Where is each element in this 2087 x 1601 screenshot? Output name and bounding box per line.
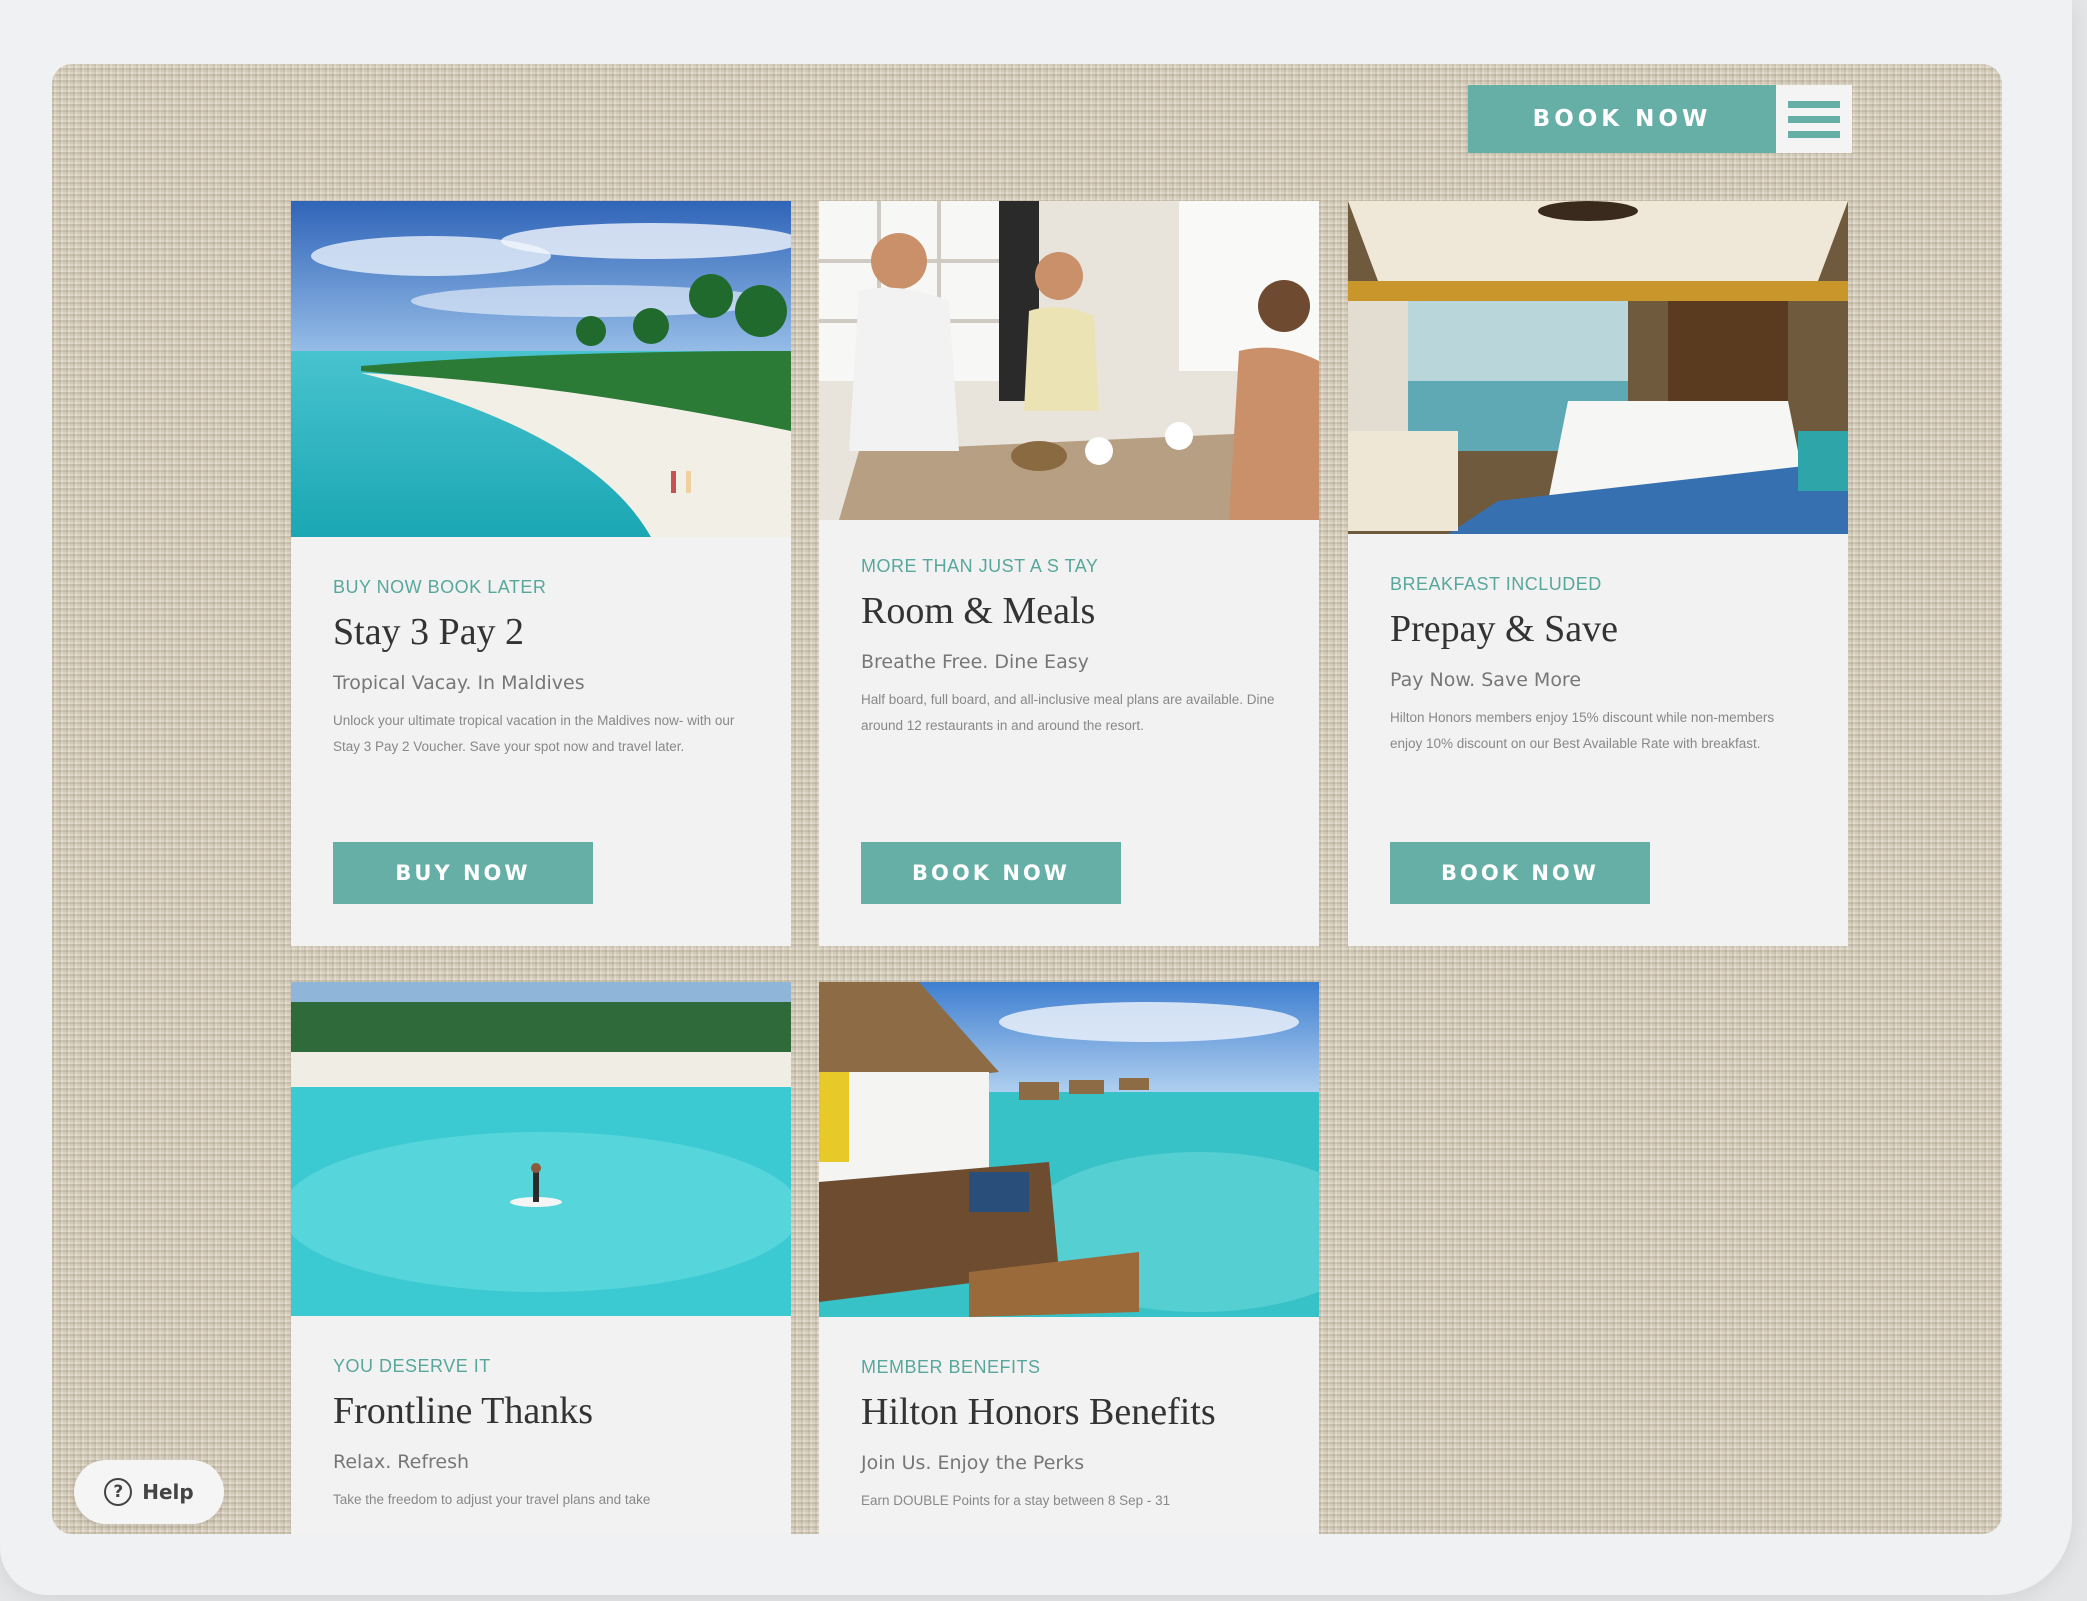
book-now-button[interactable]: BOOK NOW [861,842,1121,904]
card-subtitle: Relax. Refresh [333,1451,470,1473]
bedroom-photo [1348,201,1848,534]
card-eyebrow: YOU DESERVE IT [333,1356,491,1376]
question-circle-icon: ? [104,1478,133,1506]
card-description: Half board, full board, and all-inclusiv… [861,692,1275,733]
card-title: Stay 3 Pay 2 [333,611,525,653]
card-title: Room & Meals [861,590,1096,632]
buy-now-button[interactable]: BUY NOW [333,842,593,904]
card-description: Earn DOUBLE Points for a stay between 8 … [861,1493,1171,1508]
card-description: Take the freedom to adjust your travel p… [333,1492,651,1507]
card-title: Frontline Thanks [333,1390,594,1432]
card-title: Hilton Honors Benefits [861,1391,1216,1433]
card-subtitle: Pay Now. Save More [1390,669,1582,691]
beach-island-photo [291,201,791,537]
card-eyebrow: MORE THAN JUST A S TAY [861,556,1099,576]
card-eyebrow: BREAKFAST INCLUDED [1390,574,1602,594]
dining-photo [819,201,1319,520]
card-subtitle: Tropical Vacay. In Maldives [333,672,585,694]
card-description: Unlock your ultimate tropical vacation i… [333,713,735,754]
help-button[interactable]: ? Help [74,1460,224,1524]
header-book-now-button[interactable]: BOOK NOW [1468,85,1776,153]
offer-card-frontline-thanks: YOU DESERVE IT Frontline Thanks Relax. R… [291,982,791,1534]
paddleboard-lagoon-photo [291,982,791,1316]
card-eyebrow: MEMBER BENEFITS [861,1357,1041,1377]
offer-card-stay3pay2: BUY NOW BOOK LATER Stay 3 Pay 2 Tropical… [291,201,791,946]
card-description: Hilton Honors members enjoy 15% discount… [1390,710,1775,751]
tablet-frame: BOOK NOW BUY NOW BOOK LATER Stay 3 Pay 2… [0,0,2072,1595]
card-eyebrow: BUY NOW BOOK LATER [333,577,547,597]
page-viewport: BOOK NOW BUY NOW BOOK LATER Stay 3 Pay 2… [52,64,2002,1534]
card-title: Prepay & Save [1390,608,1618,650]
card-subtitle: Breathe Free. Dine Easy [861,651,1089,673]
offer-card-prepay-save: BREAKFAST INCLUDED Prepay & Save Pay Now… [1348,201,1848,946]
overwater-villa-photo [819,982,1319,1317]
help-label: Help [142,1480,194,1504]
card-subtitle: Join Us. Enjoy the Perks [861,1452,1085,1474]
offer-card-hilton-honors: MEMBER BENEFITS Hilton Honors Benefits J… [819,982,1319,1534]
book-now-button[interactable]: BOOK NOW [1390,842,1650,904]
offer-card-room-meals: MORE THAN JUST A S TAY Room & Meals Brea… [819,201,1319,946]
hamburger-menu-icon[interactable] [1776,85,1852,153]
